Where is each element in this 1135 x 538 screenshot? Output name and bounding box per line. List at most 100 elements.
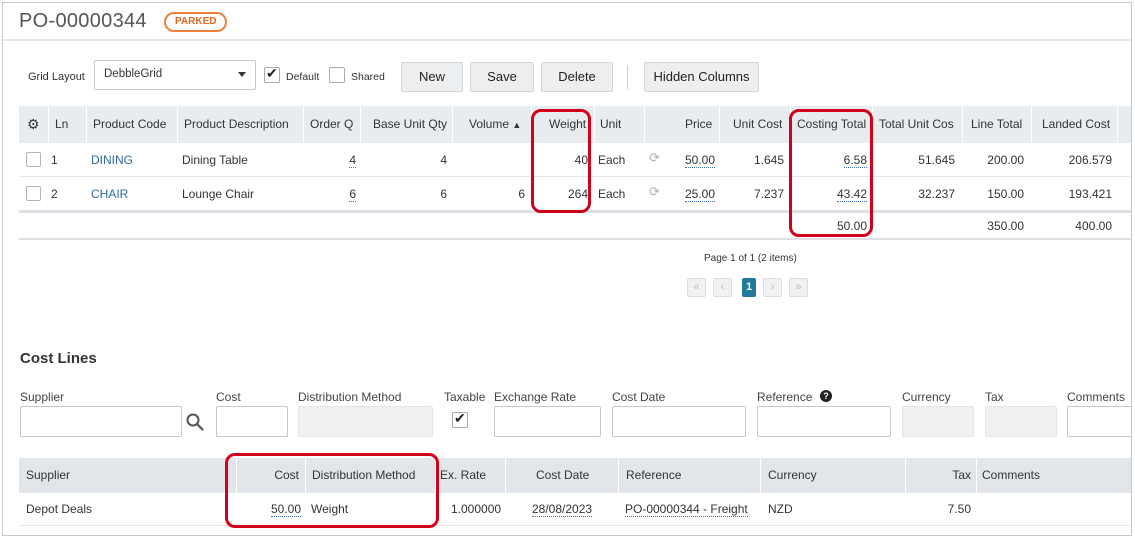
col-unit[interactable]: Unit	[600, 106, 621, 143]
total-costing: 50.00	[836, 219, 867, 233]
grid-layout-select[interactable]: DebbleGrid	[94, 60, 256, 90]
row-unit: Each	[598, 187, 626, 201]
cost-date-input[interactable]	[612, 406, 746, 437]
exchange-rate-label: Exchange Rate	[494, 390, 577, 404]
grid-layout-value: DebbleGrid	[104, 68, 163, 80]
ccol-cost-date[interactable]: Cost Date	[536, 458, 589, 493]
row-order-qty-value: 6	[349, 187, 356, 202]
row-order-qty[interactable]: 6	[348, 177, 356, 211]
ccol-comments[interactable]: Comments	[982, 458, 1040, 493]
shared-checkbox[interactable]	[329, 67, 345, 83]
col-price[interactable]: Price	[685, 106, 712, 143]
refresh-icon[interactable]: ⟳	[649, 150, 660, 166]
row-description: Lounge Chair	[182, 187, 255, 201]
cost-lines-title: Cost Lines	[20, 350, 97, 367]
col-line-total[interactable]: Line Total	[971, 106, 1022, 143]
col-product-description[interactable]: Product Description	[184, 106, 289, 143]
col-base-unit-qty[interactable]: Base Unit Qty	[373, 106, 447, 143]
row-price-value: 50.00	[684, 153, 715, 168]
prev-page-button[interactable]: ‹	[713, 278, 732, 297]
row-select-checkbox[interactable]	[26, 152, 41, 167]
total-line: 350.00	[987, 219, 1024, 233]
row-ln: 2	[51, 187, 58, 201]
col-volume-label: Volume	[469, 117, 510, 131]
ccol-ex-rate[interactable]: Ex. Rate	[440, 458, 486, 493]
cost-row-supplier: Depot Deals	[26, 502, 93, 516]
ccol-tax[interactable]: Tax	[925, 458, 971, 493]
col-costing-total[interactable]: Costing Total	[797, 106, 866, 143]
row-order-qty[interactable]: 4	[348, 143, 356, 177]
gear-icon[interactable]: ⚙	[27, 106, 43, 143]
page-1-button[interactable]: 1	[742, 278, 756, 297]
grid-layout-label: Grid Layout	[28, 71, 85, 83]
row-weight: 264	[567, 187, 588, 201]
table-row[interactable]: 2 CHAIR Lounge Chair 6 6 6 264 Each ⟳ 25…	[19, 177, 1131, 211]
supplier-label: Supplier	[20, 390, 65, 404]
lines-grid-header: ⚙ Ln Product Code Product Description Or…	[19, 106, 1131, 143]
col-unit-cost[interactable]: Unit Cost	[733, 106, 782, 143]
comments-label: Comments	[1067, 390, 1126, 404]
ccol-supplier[interactable]: Supplier	[26, 458, 70, 493]
row-ln: 1	[51, 153, 58, 167]
help-icon[interactable]: ?	[820, 390, 832, 402]
cost-row-reference[interactable]: PO-00000344 - Freight	[625, 493, 748, 526]
new-button[interactable]: New	[401, 62, 463, 92]
table-row[interactable]: 1 DINING Dining Table 4 4 40 Each ⟳ 50.0…	[19, 143, 1131, 177]
reference-input[interactable]	[757, 406, 891, 437]
col-volume[interactable]: Volume ▲	[469, 106, 521, 143]
supplier-input[interactable]	[20, 406, 182, 437]
cost-row-tax: 7.50	[947, 502, 971, 516]
cost-row-cost-date-value: 28/08/2023	[532, 502, 593, 517]
hidden-columns-button[interactable]: Hidden Columns	[644, 62, 759, 92]
col-weight[interactable]: Weight	[549, 106, 586, 143]
col-total-unit-cost[interactable]: Total Unit Cos	[879, 106, 961, 143]
cost-row-cost[interactable]: 50.00	[249, 493, 301, 526]
row-product-code[interactable]: CHAIR	[91, 177, 128, 211]
row-costing-total[interactable]: 43.42	[809, 177, 867, 211]
tax-input[interactable]	[985, 406, 1057, 437]
refresh-icon[interactable]: ⟳	[649, 184, 660, 200]
save-button[interactable]: Save	[470, 62, 534, 92]
taxable-checkbox[interactable]	[452, 410, 468, 428]
row-landed-cost: 206.579	[1068, 153, 1112, 167]
status-badge: PARKED	[164, 12, 228, 32]
next-page-button[interactable]: ›	[763, 278, 782, 297]
row-weight: 40	[574, 153, 588, 167]
page-title: PO-00000344	[19, 10, 147, 32]
search-icon[interactable]	[186, 413, 204, 431]
row-price[interactable]: 25.00	[679, 177, 715, 211]
first-page-button[interactable]: «	[687, 278, 706, 297]
cost-row-currency: NZD	[768, 502, 793, 516]
currency-input[interactable]	[902, 406, 974, 437]
ccol-cost[interactable]: Cost	[249, 458, 299, 493]
table-row[interactable]: Depot Deals 50.00 Weight 1.000000 28/08/…	[19, 493, 1131, 526]
row-volume: 6	[518, 187, 525, 201]
row-costing-total-value: 6.58	[843, 153, 867, 168]
distribution-method-select[interactable]	[298, 406, 433, 437]
col-order-qty[interactable]: Order Q	[310, 106, 353, 143]
row-costing-total-value: 43.42	[836, 187, 867, 202]
col-product-code[interactable]: Product Code	[93, 106, 166, 143]
last-page-button[interactable]: »	[789, 278, 808, 297]
col-landed-cost[interactable]: Landed Cost	[1042, 106, 1110, 143]
row-total-unit-cost: 51.645	[918, 153, 955, 167]
row-unit-cost: 1.645	[753, 153, 784, 167]
reference-label: Reference	[757, 390, 813, 404]
ccol-reference[interactable]: Reference	[626, 458, 681, 493]
ccol-distribution-method[interactable]: Distribution Method	[312, 458, 415, 493]
row-costing-total[interactable]: 6.58	[809, 143, 867, 177]
row-product-code[interactable]: DINING	[91, 143, 133, 177]
cost-row-cost-date[interactable]: 28/08/2023	[532, 493, 593, 526]
cost-row-cost-value: 50.00	[270, 502, 301, 517]
row-select-checkbox[interactable]	[26, 186, 41, 201]
default-checkbox[interactable]	[264, 65, 280, 83]
comments-input[interactable]	[1067, 406, 1131, 437]
exchange-rate-input[interactable]	[494, 406, 601, 437]
row-price[interactable]: 50.00	[679, 143, 715, 177]
col-ln[interactable]: Ln	[55, 106, 68, 143]
cost-input[interactable]	[216, 406, 288, 437]
row-total-unit-cost: 32.237	[918, 187, 955, 201]
row-order-qty-value: 4	[349, 153, 356, 168]
ccol-currency[interactable]: Currency	[768, 458, 817, 493]
delete-button[interactable]: Delete	[541, 62, 613, 92]
